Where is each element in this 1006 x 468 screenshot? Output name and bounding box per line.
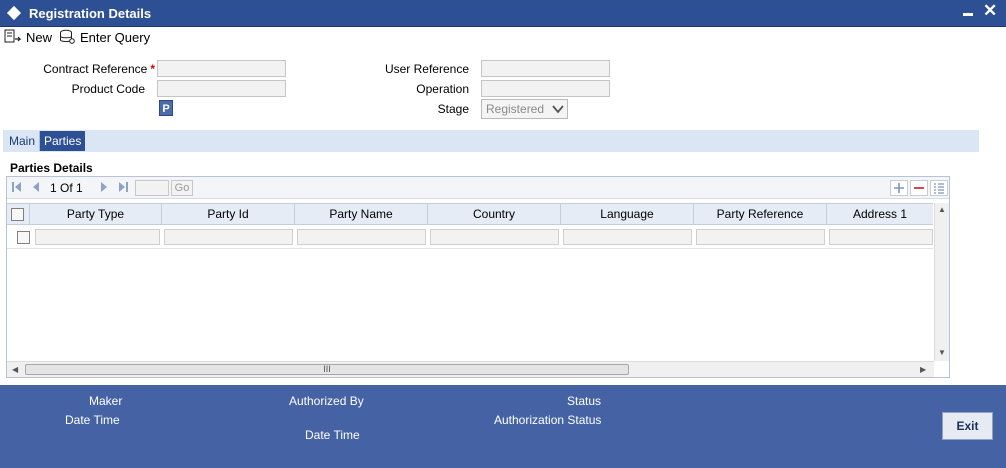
party-name-cell[interactable] [297,229,426,245]
maker-date-time-label: Date Time [65,413,120,427]
horizontal-scrollbar[interactable]: ◀ III ▶ [7,361,934,377]
party-reference-cell[interactable] [696,229,825,245]
scroll-down-icon[interactable]: ▼ [938,348,946,357]
stage-selected-value: Registered [486,102,545,116]
toolbar: New Enter Query [0,27,1006,49]
table-row [7,225,933,249]
operation-input[interactable] [481,80,610,97]
horizontal-scroll-thumb[interactable]: III [25,364,629,375]
authorized-by-label: Authorized By [289,394,364,408]
minimize-icon[interactable] [962,5,974,19]
plus-icon [894,183,904,193]
status-label: Status [567,394,602,408]
select-all-cell [7,204,30,225]
list-view-icon [934,183,944,194]
contract-reference-input[interactable] [157,60,286,77]
audit-footer: Maker Date Time Authorized By Date Time … [0,385,1006,468]
scroll-right-icon[interactable]: ▶ [920,365,926,374]
authorization-status-label: Authorization Status [494,413,602,427]
new-button[interactable]: New [4,28,52,46]
window-title: Registration Details [29,6,152,21]
go-button[interactable]: Go [171,180,193,196]
total-pages: 1 [76,181,83,195]
current-page: 1 [50,181,57,195]
tab-parties[interactable]: Parties [40,131,86,151]
header-form: Contract Reference * Product Code P User … [0,49,1006,129]
parties-grid: 1 Of 1 Go Party Type Party Id Party Name… [6,176,950,378]
close-icon[interactable]: ✕ [983,2,997,20]
minus-icon [914,187,924,189]
language-cell[interactable] [563,229,692,245]
contract-reference-label-text: Contract Reference [43,62,148,76]
app-diamond-icon [6,5,22,21]
parties-details-title: Parties Details [10,161,93,175]
column-header-party-name[interactable]: Party Name [295,204,428,225]
new-button-label: New [26,29,53,45]
column-header-language[interactable]: Language [561,204,694,225]
column-header-party-reference[interactable]: Party Reference [694,204,827,225]
window-title-bar: Registration Details ✕ [0,0,1006,27]
single-view-button[interactable] [930,180,948,196]
select-all-checkbox[interactable] [11,208,24,221]
page-number-input[interactable] [135,180,169,196]
user-reference-input[interactable] [481,60,610,77]
column-header-address-1[interactable]: Address 1 [827,204,933,225]
column-header-party-id[interactable]: Party Id [162,204,295,225]
required-marker: * [150,62,155,76]
enter-query-button[interactable]: Enter Query [59,28,150,46]
stage-label: Stage [437,102,469,116]
product-code-label: Product Code [71,82,145,96]
row-checkbox[interactable] [17,231,30,244]
authorized-date-time-label: Date Time [305,428,360,442]
add-row-button[interactable] [890,180,908,196]
column-header-party-type[interactable]: Party Type [30,204,162,225]
page-indicator: 1 Of 1 [50,181,83,195]
party-type-cell[interactable] [35,229,160,245]
maker-label: Maker [89,394,123,408]
scroll-left-icon[interactable]: ◀ [12,365,18,374]
previous-page-icon[interactable] [32,181,40,193]
last-page-icon[interactable] [118,181,128,193]
exit-button[interactable]: Exit [942,412,993,440]
operation-label: Operation [416,82,469,96]
grid-header-row: Party Type Party Id Party Name Country L… [7,203,933,225]
new-document-icon [4,29,22,43]
query-icon [60,29,75,44]
column-header-country[interactable]: Country [428,204,561,225]
scroll-up-icon[interactable]: ▲ [938,205,946,214]
country-cell[interactable] [430,229,559,245]
tab-strip: Main Parties [3,130,979,152]
chevron-down-icon [552,105,564,114]
enter-query-button-label: Enter Query [80,29,151,45]
product-code-input[interactable] [157,80,286,97]
next-page-icon[interactable] [100,181,108,193]
tab-main[interactable]: Main [5,131,41,151]
grid-navigation-bar: 1 Of 1 Go [7,177,949,199]
first-page-icon[interactable] [12,181,22,193]
contract-reference-label: Contract Reference * [20,62,155,76]
party-id-cell[interactable] [164,229,293,245]
delete-row-button[interactable] [910,180,928,196]
user-reference-label: User Reference [384,62,469,76]
vertical-scrollbar[interactable]: ▲ ▼ [934,203,949,361]
stage-select[interactable]: Registered [481,99,568,119]
address-1-cell[interactable] [829,229,933,245]
of-label: Of [60,181,73,195]
product-pick-button[interactable]: P [159,100,173,116]
